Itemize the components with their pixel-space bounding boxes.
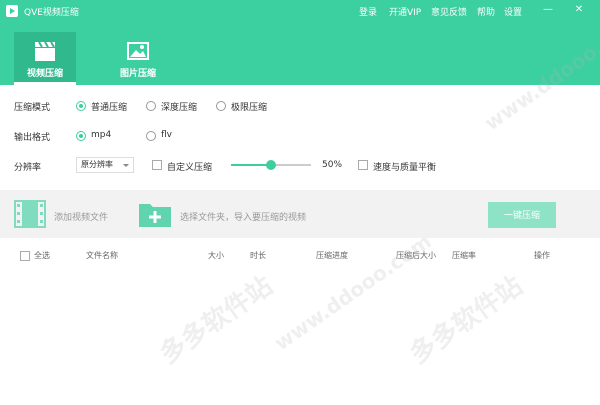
compress-ratio-slider[interactable] xyxy=(231,160,311,170)
help-link[interactable]: 帮助 xyxy=(477,5,495,18)
radio-deep-compress[interactable] xyxy=(146,101,156,111)
select-all-label[interactable]: 全选 xyxy=(34,250,50,261)
vip-link[interactable]: 开通VIP xyxy=(389,5,421,18)
radio-mp4[interactable] xyxy=(76,131,86,141)
add-folder-icon[interactable] xyxy=(138,200,172,228)
tab-video-label: 视频压缩 xyxy=(26,69,63,79)
compress-all-button[interactable]: 一键压缩 xyxy=(488,202,556,228)
tab-video-compress[interactable]: 视频压缩 xyxy=(14,32,76,85)
resolution-select[interactable]: 原分辨率 xyxy=(76,157,134,173)
col-size: 大小 xyxy=(208,251,224,260)
custom-compress-checkbox[interactable] xyxy=(152,160,162,170)
add-video-button[interactable]: 添加视频文件 xyxy=(54,210,108,223)
extreme-compress-label[interactable]: 极限压缩 xyxy=(231,100,267,113)
close-button[interactable]: ✕ xyxy=(573,4,585,16)
film-icon[interactable] xyxy=(14,200,46,228)
action-bar: 添加视频文件 选择文件夹，导入要压缩的视频 一键压缩 xyxy=(0,190,600,238)
tab-image-compress[interactable]: 图片压缩 xyxy=(108,32,168,85)
minimize-button[interactable]: — xyxy=(542,4,554,16)
deep-compress-label[interactable]: 深度压缩 xyxy=(161,100,197,113)
col-actions: 操作 xyxy=(534,251,550,260)
chevron-down-icon xyxy=(123,164,129,167)
custom-compress-label[interactable]: 自定义压缩 xyxy=(167,160,212,173)
app-title: QVE视频压缩 xyxy=(24,8,79,18)
settings-link[interactable]: 设置 xyxy=(504,5,522,18)
col-progress: 压缩进度 xyxy=(316,251,348,260)
output-format-label: 输出格式 xyxy=(14,133,51,143)
image-icon xyxy=(127,42,149,60)
resolution-selected-value: 原分辨率 xyxy=(81,160,113,169)
col-compressed-size: 压缩后大小 xyxy=(396,251,436,260)
file-list-body xyxy=(0,265,600,405)
radio-flv[interactable] xyxy=(146,131,156,141)
select-folder-button[interactable]: 选择文件夹，导入要压缩的视频 xyxy=(180,210,306,223)
app-logo-icon xyxy=(6,5,18,17)
mp4-label[interactable]: mp4 xyxy=(91,130,111,140)
clapperboard-icon xyxy=(35,41,55,61)
resolution-label: 分辨率 xyxy=(14,163,42,173)
title-bar: QVE视频压缩 登录 开通VIP 意见反馈 帮助 设置 — ✕ xyxy=(0,0,600,22)
col-file-name: 文件名称 xyxy=(86,251,118,260)
slider-fill xyxy=(231,164,271,166)
select-all-checkbox[interactable] xyxy=(20,251,30,261)
balance-checkbox[interactable] xyxy=(358,160,368,170)
compress-mode-label: 压缩模式 xyxy=(14,103,51,113)
top-header: QVE视频压缩 登录 开通VIP 意见反馈 帮助 设置 — ✕ 视频压缩 图片压… xyxy=(0,0,600,85)
feedback-link[interactable]: 意见反馈 xyxy=(431,5,467,18)
normal-compress-label[interactable]: 普通压缩 xyxy=(91,100,127,113)
slider-percent: 50% xyxy=(322,160,343,170)
flv-label[interactable]: flv xyxy=(161,130,172,140)
login-link[interactable]: 登录 xyxy=(359,5,377,18)
radio-extreme-compress[interactable] xyxy=(216,101,226,111)
col-duration: 时长 xyxy=(250,251,266,260)
tab-image-label: 图片压缩 xyxy=(119,69,156,79)
radio-normal-compress[interactable] xyxy=(76,101,86,111)
slider-thumb[interactable] xyxy=(266,160,276,170)
file-list-header: 全选 文件名称 大小 时长 压缩进度 压缩后大小 压缩率 操作 xyxy=(0,245,600,265)
balance-label[interactable]: 速度与质量平衡 xyxy=(373,160,436,173)
col-compress-ratio: 压缩率 xyxy=(452,251,476,260)
